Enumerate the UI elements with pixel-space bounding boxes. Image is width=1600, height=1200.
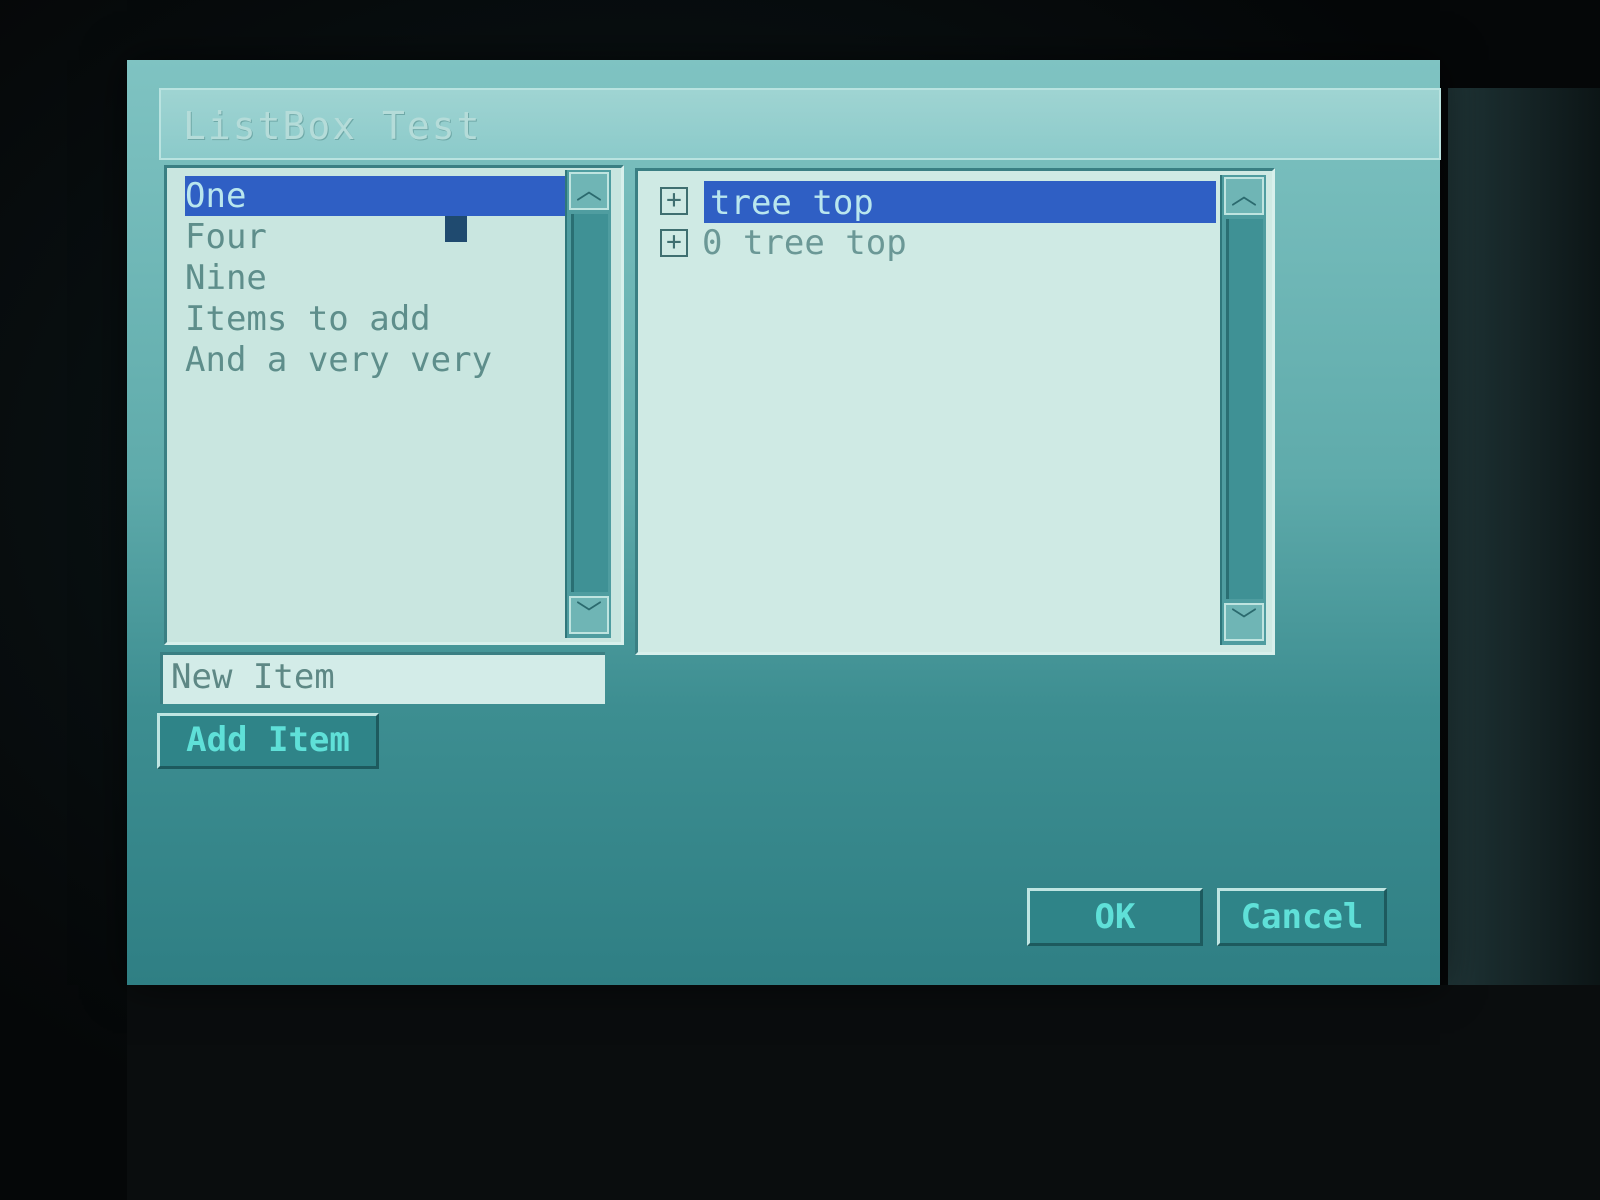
tree-node[interactable]: 0 tree top — [702, 223, 907, 263]
add-item-button[interactable]: Add Item — [157, 713, 379, 769]
chevron-down-icon: ﹀ — [1230, 607, 1257, 637]
scroll-up-button[interactable]: ︿ — [569, 172, 609, 210]
expand-icon[interactable]: + — [660, 229, 688, 257]
scroll-down-button[interactable]: ﹀ — [1224, 603, 1264, 641]
cancel-button[interactable]: Cancel — [1217, 888, 1387, 946]
chevron-up-icon: ︿ — [1230, 181, 1257, 211]
window-title: ListBox Test — [183, 104, 482, 148]
title-bar[interactable]: ListBox Test — [159, 88, 1441, 160]
scroll-up-button[interactable]: ︿ — [1224, 177, 1264, 215]
desktop-background: ListBox Test One Four Nine Items to add … — [0, 0, 1600, 1200]
scroll-down-button[interactable]: ﹀ — [569, 596, 609, 634]
chevron-down-icon: ﹀ — [575, 600, 602, 630]
items-listbox[interactable]: One Four Nine Items to add And a very ve… — [164, 165, 624, 645]
scroll-track[interactable] — [571, 214, 608, 592]
screen-bezel-bottom — [127, 985, 1600, 1200]
listbox-scrollbar[interactable]: ︿ ﹀ — [565, 170, 611, 638]
chevron-up-icon: ︿ — [575, 176, 602, 206]
tree-node[interactable]: tree top — [710, 183, 874, 223]
expand-icon[interactable]: + — [660, 187, 688, 215]
scroll-track[interactable] — [1226, 219, 1263, 599]
list-item[interactable]: And a very very — [185, 340, 492, 380]
new-item-input[interactable]: New Item — [160, 652, 605, 704]
ok-button[interactable]: OK — [1027, 888, 1203, 946]
dialog-window: ListBox Test One Four Nine Items to add … — [127, 60, 1441, 985]
tree-scrollbar[interactable]: ︿ ﹀ — [1220, 175, 1266, 645]
list-item[interactable]: One — [185, 176, 565, 216]
list-item[interactable]: Nine — [185, 258, 267, 298]
text-cursor — [445, 216, 467, 242]
screen-edge-shadow — [1448, 88, 1600, 988]
list-item[interactable]: Four — [185, 217, 267, 257]
list-item[interactable]: Items to add — [185, 299, 431, 339]
tree-view[interactable]: + tree top + 0 tree top ︿ ﹀ — [635, 168, 1275, 655]
